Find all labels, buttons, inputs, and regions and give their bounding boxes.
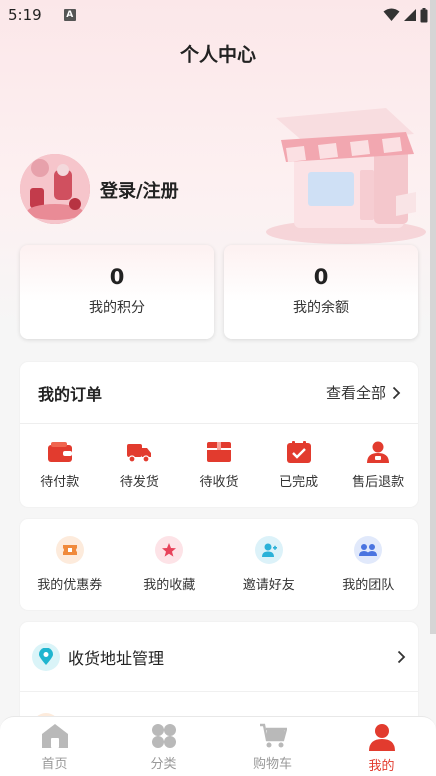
my-team-entry[interactable]: 我的团队	[319, 536, 419, 593]
person-icon	[368, 724, 395, 751]
home-icon	[41, 724, 68, 748]
service-label: 我的团队	[342, 578, 395, 593]
balance-value: 0	[313, 265, 329, 289]
services-row: 我的优惠券 我的收藏 邀请好友 我的团队	[20, 519, 418, 593]
tab-label: 购物车	[252, 757, 292, 772]
team-icon	[354, 536, 383, 564]
login-register-link[interactable]: 登录/注册	[100, 177, 179, 203]
star-icon	[155, 536, 184, 564]
points-label: 我的积分	[89, 300, 145, 316]
order-label: 售后退款	[352, 475, 405, 490]
chevron-right-icon	[392, 386, 401, 399]
invite-friends-entry[interactable]: 邀请好友	[219, 536, 319, 593]
wallet-icon	[47, 442, 72, 462]
address-management-row[interactable]: 收货地址管理	[20, 622, 418, 692]
points-card[interactable]: 0 我的积分	[20, 245, 214, 339]
tab-home[interactable]: 首页	[0, 717, 109, 776]
avatar[interactable]	[20, 154, 90, 224]
bottom-tab-bar: 首页 分类 购物车 我的	[0, 716, 436, 776]
order-completed[interactable]: 已完成	[259, 441, 339, 490]
category-icon	[151, 724, 176, 748]
tab-label: 首页	[41, 757, 68, 772]
tab-cart[interactable]: 购物车	[218, 717, 327, 776]
orders-header: 我的订单 查看全部	[20, 362, 418, 424]
status-icons	[383, 7, 428, 23]
orders-title: 我的订单	[38, 384, 103, 404]
order-label: 待付款	[40, 475, 80, 490]
orders-card: 我的订单 查看全部 待付款 待发货 待收货 已完成 售后退款	[20, 362, 418, 507]
balance-label: 我的余额	[293, 300, 349, 316]
view-all-orders-link[interactable]: 查看全部	[326, 382, 401, 403]
invite-user-icon	[254, 536, 283, 564]
tab-category[interactable]: 分类	[109, 717, 218, 776]
user-service-icon	[367, 441, 390, 463]
service-label: 邀请好友	[242, 578, 295, 593]
order-label: 已完成	[279, 475, 319, 490]
view-all-label: 查看全部	[325, 384, 386, 402]
points-value: 0	[109, 265, 125, 289]
coupon-icon	[55, 536, 84, 564]
tab-mine[interactable]: 我的	[327, 717, 436, 776]
coupons-entry[interactable]: 我的优惠券	[20, 536, 120, 593]
order-pending-shipment[interactable]: 待发货	[100, 441, 180, 490]
truck-icon	[127, 444, 152, 463]
cart-icon	[259, 723, 287, 748]
location-pin-icon	[32, 642, 60, 671]
favorites-entry[interactable]: 我的收藏	[120, 536, 220, 593]
shop-illustration	[266, 108, 426, 244]
notification-badge: A	[63, 9, 76, 21]
order-status-row: 待付款 待发货 待收货 已完成 售后退款	[20, 424, 418, 490]
check-clipboard-icon	[286, 441, 311, 463]
menu-label: 收货地址管理	[68, 648, 165, 668]
signal-icon	[404, 9, 416, 21]
order-after-sales[interactable]: 售后退款	[338, 441, 418, 490]
services-card: 我的优惠券 我的收藏 邀请好友 我的团队	[20, 519, 418, 610]
order-pending-receipt[interactable]: 待收货	[179, 441, 259, 490]
status-bar: 5:19 A	[0, 0, 436, 30]
service-label: 我的优惠券	[37, 578, 103, 593]
order-pending-payment[interactable]: 待付款	[20, 441, 100, 490]
page-title: 个人中心	[179, 44, 256, 66]
tab-label: 我的	[368, 759, 395, 774]
scrollbar[interactable]	[430, 0, 436, 634]
status-time: 5:19	[8, 6, 42, 24]
chevron-right-icon	[397, 650, 406, 663]
package-icon	[206, 442, 231, 462]
wifi-icon	[383, 8, 400, 21]
order-label: 待收货	[199, 475, 239, 490]
battery-icon	[420, 7, 428, 22]
avatar-cosmetics-image	[20, 154, 90, 224]
order-label: 待发货	[119, 475, 159, 490]
balance-card[interactable]: 0 我的余额	[224, 245, 418, 339]
service-label: 我的收藏	[143, 578, 196, 593]
tab-label: 分类	[150, 757, 177, 772]
